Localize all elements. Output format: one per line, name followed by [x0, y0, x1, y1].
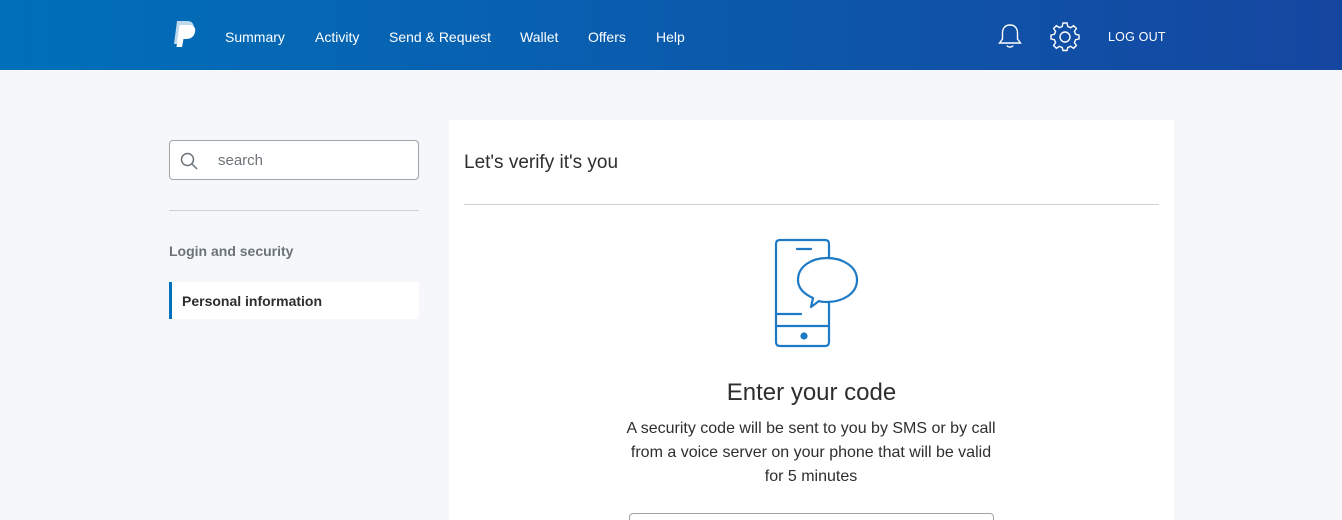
nav-send-request[interactable]: Send & Request	[389, 28, 491, 46]
sidebar-heading-login-security[interactable]: Login and security	[169, 243, 293, 259]
card-divider	[464, 204, 1159, 205]
paypal-logo-icon[interactable]	[170, 19, 196, 49]
nav-summary[interactable]: Summary	[225, 28, 285, 46]
gear-icon[interactable]	[1050, 22, 1080, 52]
nav-offers[interactable]: Offers	[588, 28, 626, 46]
sidebar-divider	[169, 210, 419, 211]
sidebar-item-label: Personal information	[182, 293, 323, 309]
nav-wallet[interactable]: Wallet	[520, 28, 558, 46]
nav-help[interactable]: Help	[656, 28, 685, 46]
search-input[interactable]	[218, 149, 408, 171]
sidebar-item-personal-information[interactable]: Personal information	[169, 282, 419, 319]
search-icon	[180, 152, 198, 170]
page-title: Let's verify it's you	[464, 152, 619, 173]
enter-code-heading: Enter your code	[726, 379, 897, 406]
top-navigation-bar: Summary Activity Send & Request Wallet O…	[0, 0, 1342, 70]
bell-icon[interactable]	[996, 22, 1024, 50]
nav-activity[interactable]: Activity	[315, 28, 359, 46]
phone-message-icon	[774, 238, 859, 348]
code-description: A security code will be sent to you by S…	[626, 420, 996, 485]
verification-card: Let's verify it's you Enter your code A …	[449, 120, 1174, 520]
logout-link[interactable]: LOG OUT	[1108, 30, 1166, 44]
code-input-field[interactable]	[629, 513, 994, 520]
search-box[interactable]	[169, 140, 419, 180]
